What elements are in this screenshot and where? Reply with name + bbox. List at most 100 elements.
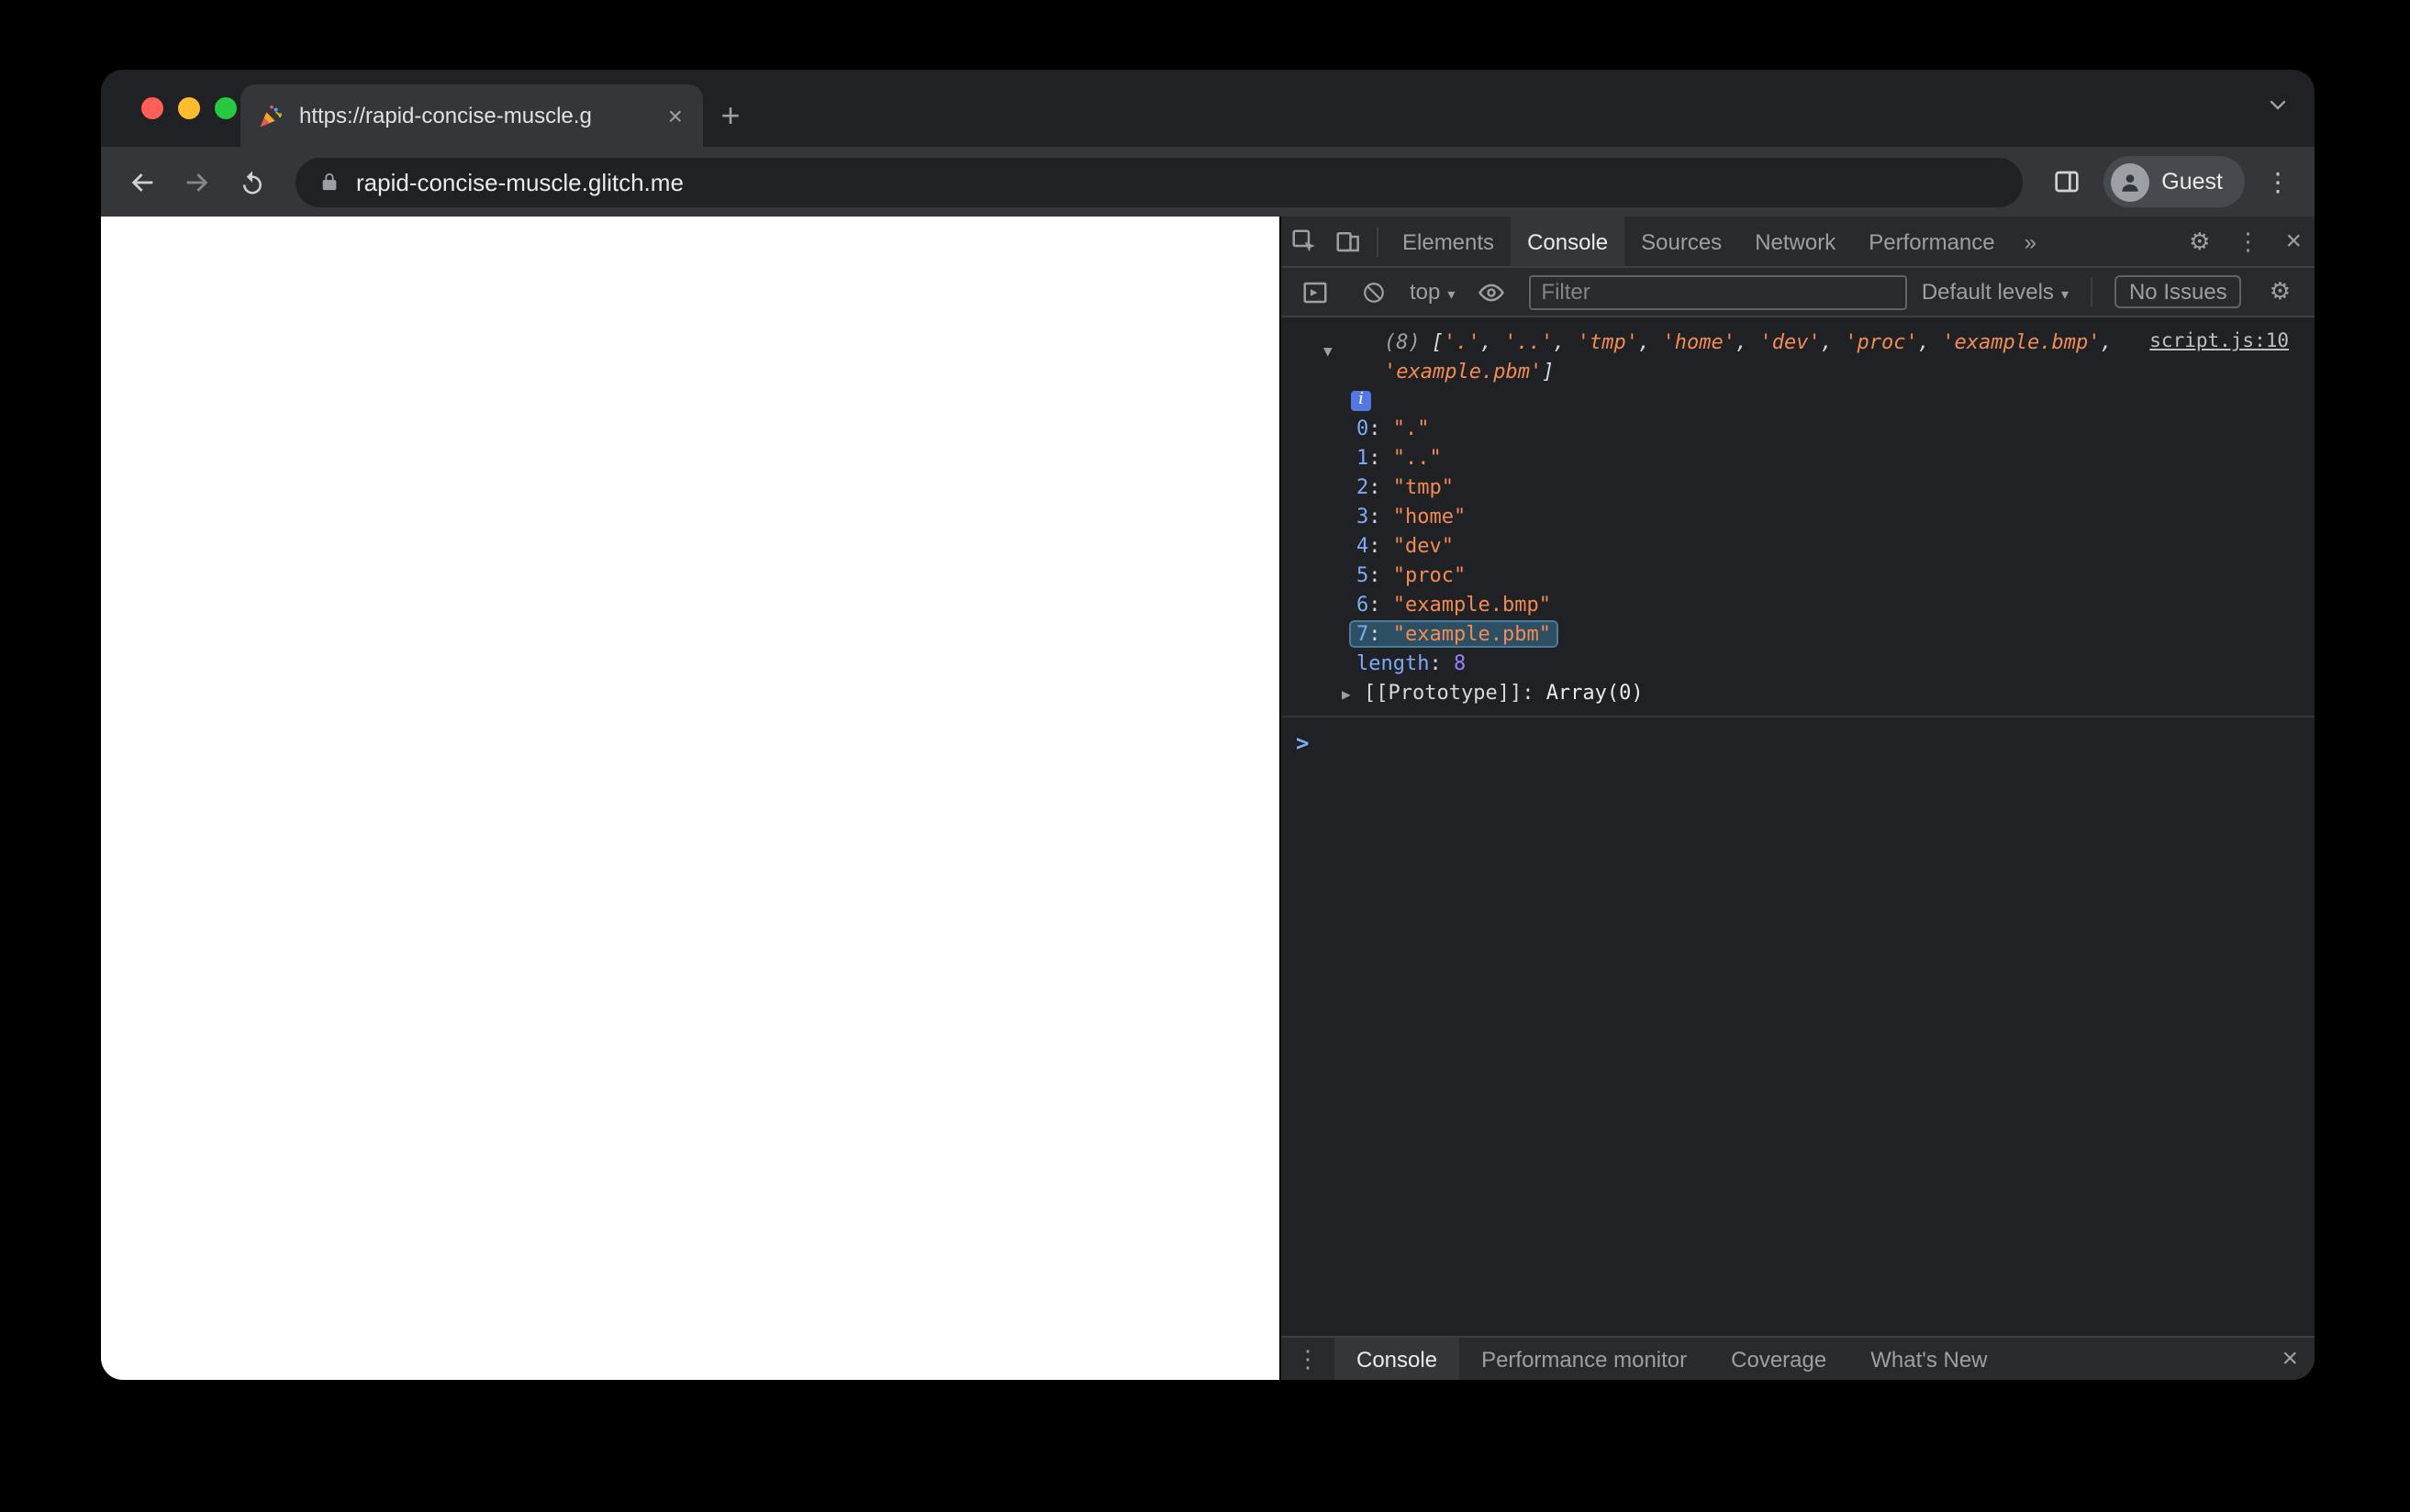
filter-input[interactable] bbox=[1528, 274, 1907, 309]
console-sidebar-icon[interactable] bbox=[1292, 270, 1336, 314]
entry-index: 1 bbox=[1356, 446, 1369, 470]
entry-value: "dev" bbox=[1392, 534, 1454, 558]
prototype-value: Array(0) bbox=[1545, 681, 1644, 705]
forward-button[interactable] bbox=[171, 156, 222, 207]
window-content: Elements Console Sources Network Performance… bbox=[101, 217, 2315, 1380]
preview-item: 'dev' bbox=[1759, 330, 1821, 354]
issues-counter[interactable]: No Issues bbox=[2114, 275, 2242, 308]
tab-search-chevron-icon[interactable] bbox=[2267, 94, 2289, 116]
devtools-tab-performance[interactable]: Performance bbox=[1852, 217, 2011, 266]
devtools-tab-sources[interactable]: Sources bbox=[1624, 217, 1738, 266]
url-bar[interactable]: rapid-concise-muscle.glitch.me bbox=[296, 157, 2023, 206]
info-icon[interactable]: i bbox=[1351, 391, 1371, 411]
entry-value: ".." bbox=[1392, 446, 1442, 470]
array-preview-items: ['.', '..', 'tmp', 'home', 'dev', 'proc'… bbox=[1384, 330, 2113, 384]
entry-index: 7 bbox=[1356, 622, 1369, 646]
preview-item: 'tmp' bbox=[1577, 330, 1638, 354]
traffic-light-zoom[interactable] bbox=[215, 97, 237, 119]
console-array-entry: 6: "example.bmp" bbox=[1356, 593, 1551, 617]
clear-console-icon[interactable] bbox=[1351, 270, 1395, 314]
entry-value: "tmp" bbox=[1392, 475, 1454, 499]
array-length-badge: (8) bbox=[1384, 330, 1421, 354]
more-tabs-icon[interactable]: » bbox=[2012, 228, 2049, 254]
devtools-tab-elements[interactable]: Elements bbox=[1386, 217, 1511, 266]
prompt-chevron-icon: > bbox=[1296, 730, 1310, 756]
traffic-light-close[interactable] bbox=[141, 97, 163, 119]
entry-value: "proc" bbox=[1392, 563, 1467, 587]
new-tab-button[interactable]: + bbox=[703, 84, 758, 147]
entry-index: 2 bbox=[1356, 475, 1369, 499]
reload-button[interactable] bbox=[226, 156, 277, 207]
console-message: script.js:10 ▼ (8) ['.', '..', 'tmp', 'ho… bbox=[1281, 321, 2315, 717]
back-button[interactable] bbox=[116, 156, 167, 207]
console-array-entry: 7: "example.pbm" bbox=[1281, 620, 2285, 650]
desktop: https://rapid-concise-muscle.g × + rapid… bbox=[0, 0, 2410, 1512]
array-entries: 0: "." 1: ".." 2: "tmp" 3: "home" 4: "dev" 5:… bbox=[1281, 415, 2285, 650]
side-panel-icon[interactable] bbox=[2040, 156, 2092, 207]
tab-title: https://rapid-concise-muscle.g bbox=[299, 103, 592, 128]
drawer-tab-coverage[interactable]: Coverage bbox=[1709, 1338, 1848, 1380]
tab-close-icon[interactable]: × bbox=[664, 103, 686, 128]
preview-item: 'example.pbm' bbox=[1384, 360, 1543, 384]
devtools-settings-gear-icon[interactable]: ⚙ bbox=[2176, 227, 2223, 256]
preview-item: '..' bbox=[1504, 330, 1554, 354]
console-array-entry: 0: "." bbox=[1356, 417, 1430, 440]
devtools-tabs: Elements Console Sources Network Performance bbox=[1386, 217, 2012, 266]
drawer-close-icon[interactable]: × bbox=[2265, 1343, 2315, 1374]
lock-icon bbox=[319, 171, 340, 193]
devtools-panel: Elements Console Sources Network Performance… bbox=[1279, 217, 2315, 1380]
preview-item: 'proc' bbox=[1845, 330, 1918, 354]
entry-index: 4 bbox=[1356, 534, 1369, 558]
info-line: i bbox=[1281, 387, 2285, 415]
preview-item: 'example.bmp' bbox=[1942, 330, 2101, 354]
devtools-tab-network[interactable]: Network bbox=[1738, 217, 1852, 266]
browser-tab[interactable]: https://rapid-concise-muscle.g × bbox=[240, 84, 703, 147]
toolbar-separator bbox=[2090, 277, 2092, 306]
devtools-drawer: ⋮ Console Performance monitor Coverage What… bbox=[1281, 1336, 2315, 1380]
entry-value: "." bbox=[1392, 417, 1430, 440]
browser-menu-icon[interactable]: ⋮ bbox=[2256, 156, 2300, 207]
drawer-tab-performance-monitor[interactable]: Performance monitor bbox=[1459, 1338, 1709, 1380]
source-location-link[interactable]: script.js:10 bbox=[2149, 330, 2289, 352]
device-toolbar-icon[interactable] bbox=[1325, 219, 1369, 263]
entry-value: "example.pbm" bbox=[1392, 622, 1551, 646]
devtools-menu-icon[interactable]: ⋮ bbox=[2223, 227, 2272, 256]
inspect-element-icon[interactable] bbox=[1281, 219, 1325, 263]
drawer-menu-icon[interactable]: ⋮ bbox=[1281, 1344, 1334, 1373]
drawer-tab-console[interactable]: Console bbox=[1334, 1338, 1460, 1380]
devtools-toolbar: Elements Console Sources Network Performance… bbox=[1281, 217, 2315, 268]
console-array-entry: 2: "tmp" bbox=[1356, 475, 1454, 499]
console-array-entry: 1: ".." bbox=[1356, 446, 1442, 470]
browser-toolbar: rapid-concise-muscle.glitch.me Guest ⋮ bbox=[101, 147, 2315, 217]
context-label: top bbox=[1410, 279, 1441, 305]
collapsed-triangle-icon[interactable]: ▶ bbox=[1342, 681, 1364, 710]
context-selector[interactable]: top ▾ bbox=[1410, 279, 1455, 305]
entry-index: 5 bbox=[1356, 563, 1369, 587]
array-length-row: length: 8 bbox=[1356, 651, 1467, 675]
prototype-row[interactable]: ▶ [[Prototype]]: Array(0) bbox=[1281, 679, 2285, 710]
console-settings-gear-icon[interactable]: ⚙ bbox=[2257, 277, 2304, 306]
live-expression-eye-icon[interactable] bbox=[1469, 270, 1513, 314]
devtools-tab-console[interactable]: Console bbox=[1511, 217, 1625, 266]
entry-index: 3 bbox=[1356, 505, 1369, 528]
traffic-light-minimize[interactable] bbox=[178, 97, 200, 119]
entry-index: 6 bbox=[1356, 593, 1369, 617]
profile-button[interactable]: Guest bbox=[2103, 156, 2245, 207]
devtools-close-icon[interactable]: × bbox=[2272, 226, 2315, 257]
prototype-label: [[Prototype]] bbox=[1364, 681, 1523, 705]
log-levels-label: Default levels bbox=[1921, 279, 2054, 305]
browser-window: https://rapid-concise-muscle.g × + rapid… bbox=[101, 70, 2315, 1380]
entry-value: "example.bmp" bbox=[1392, 593, 1551, 617]
entry-index: 0 bbox=[1356, 417, 1369, 440]
console-prompt[interactable]: > bbox=[1281, 717, 2315, 760]
toolbar-separator bbox=[1377, 227, 1378, 256]
array-preview-line: ▼ (8) ['.', '..', 'tmp', 'home', 'dev', '… bbox=[1281, 328, 2285, 387]
guest-avatar-icon bbox=[2110, 162, 2149, 201]
highlighted-array-entry[interactable]: 7: "example.pbm" bbox=[1349, 620, 1558, 648]
console-array-entry: 5: "proc" bbox=[1356, 563, 1467, 587]
expanded-triangle-icon[interactable]: ▼ bbox=[1323, 338, 1333, 367]
length-key: length bbox=[1356, 651, 1430, 675]
page-viewport bbox=[101, 217, 1279, 1380]
drawer-tab-what-s-new[interactable]: What's New bbox=[1848, 1338, 2009, 1380]
log-levels-selector[interactable]: Default levels ▾ bbox=[1922, 279, 2069, 305]
